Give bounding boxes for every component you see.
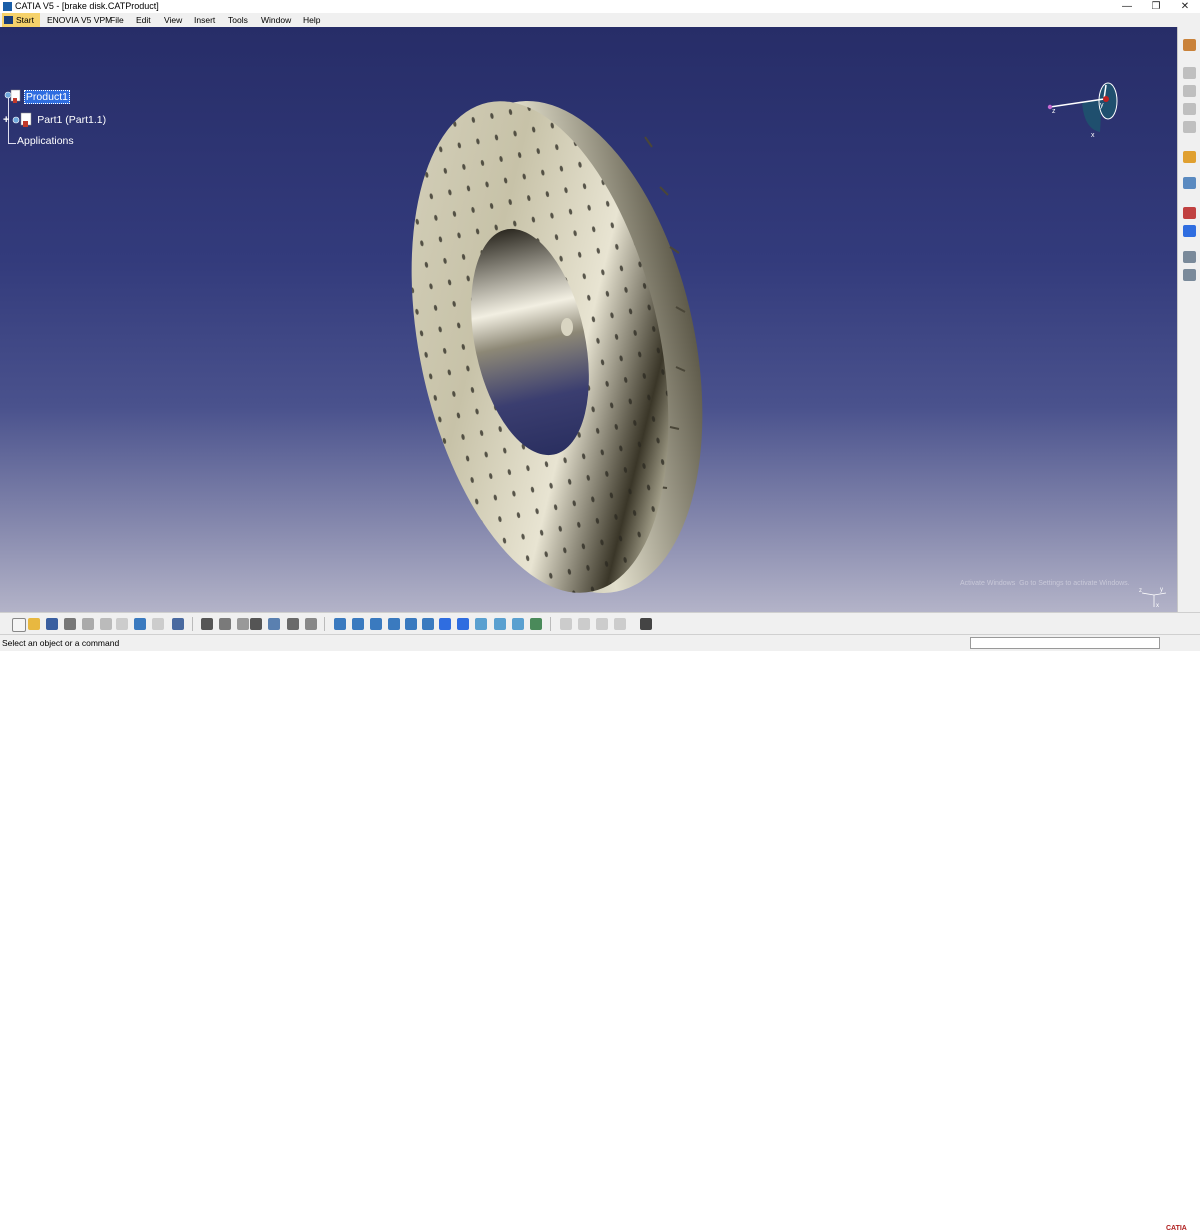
camera-icon[interactable] — [640, 618, 652, 630]
menu-view[interactable]: View — [164, 13, 182, 27]
compass-z-label: z — [1052, 108, 1056, 115]
redo-icon[interactable] — [152, 618, 164, 630]
swap-icon[interactable] — [305, 618, 317, 630]
undo-icon[interactable] — [134, 618, 146, 630]
start-label: Start — [16, 15, 34, 25]
tree-label-part1: Part1 (Part1.1) — [37, 113, 107, 126]
tree-item-part1[interactable]: + Part1 (Part1.1) — [3, 112, 106, 128]
start-menu[interactable]: Start — [2, 13, 40, 27]
toolbar-separator — [192, 617, 193, 631]
tree-item-applications[interactable]: Applications — [17, 135, 74, 147]
activation-watermark: Activate Windows Go to Settings to activ… — [960, 580, 1130, 587]
open-icon[interactable] — [28, 618, 40, 630]
section-icon[interactable] — [1183, 269, 1196, 281]
compass-x-label: x — [1091, 132, 1095, 139]
whats-this-icon[interactable] — [172, 618, 184, 630]
part-icon — [13, 112, 32, 127]
minimize-button[interactable]: — — [1116, 0, 1138, 13]
triad-z-label: z — [1139, 588, 1142, 594]
filter-icon[interactable] — [237, 618, 249, 630]
compass-widget[interactable]: z y x — [1042, 77, 1122, 147]
catia-app-icon — [3, 2, 12, 11]
expand-plus-icon[interactable]: + — [3, 114, 9, 126]
component-icon[interactable] — [1183, 67, 1196, 79]
window-title: CATIA V5 - [brake disk.CATProduct] — [15, 1, 159, 11]
catia-logo: CATIA — [1166, 1225, 1187, 1232]
catalog-icon[interactable] — [250, 618, 262, 630]
bottom-toolbar: CATIA — [0, 612, 1200, 1232]
save-icon[interactable] — [46, 618, 58, 630]
3d-viewport[interactable]: Product1 + Part1 (Part1.1) Applications — [0, 27, 1177, 612]
tree-label-product1: Product1 — [23, 89, 70, 104]
sketch-icon[interactable] — [596, 618, 608, 630]
tree-branch-line — [8, 143, 16, 144]
constraint-icon[interactable] — [1183, 207, 1196, 219]
command-input[interactable] — [970, 637, 1160, 649]
fly-icon[interactable] — [388, 618, 400, 630]
tree-item-product1[interactable]: Product1 — [3, 89, 70, 105]
snap-icon[interactable] — [560, 618, 572, 630]
zoom-out-icon[interactable] — [422, 618, 434, 630]
triad-y-label: y — [1160, 587, 1163, 593]
move-icon[interactable] — [1183, 151, 1196, 163]
hide-show-icon[interactable] — [287, 618, 299, 630]
status-message: Select an object or a command — [2, 638, 120, 648]
close-button[interactable]: ✕ — [1174, 0, 1196, 13]
axis-triad: y z x — [1139, 587, 1167, 609]
paste-icon[interactable] — [116, 618, 128, 630]
hide-icon[interactable] — [494, 618, 506, 630]
assembly-icon[interactable] — [1183, 39, 1196, 51]
menu-window[interactable]: Window — [261, 13, 291, 27]
start-icon — [4, 16, 13, 24]
menu-enovia[interactable]: ENOVIA V5 VPM — [47, 13, 112, 27]
right-toolbar — [1177, 27, 1200, 612]
analysis-icon[interactable] — [578, 618, 590, 630]
menu-help[interactable]: Help — [303, 13, 320, 27]
zoom-in-icon[interactable] — [405, 618, 417, 630]
tree-label-applications: Applications — [17, 135, 74, 147]
menu-file[interactable]: File — [110, 13, 124, 27]
rotate-icon[interactable] — [370, 618, 382, 630]
update-icon[interactable] — [1183, 225, 1196, 237]
existing-icon[interactable] — [1183, 121, 1196, 133]
knowledge-icon[interactable] — [219, 618, 231, 630]
tree-expand-icon[interactable] — [268, 618, 280, 630]
cut-icon[interactable] — [82, 618, 94, 630]
compass-y-label: y — [1100, 102, 1104, 109]
swap-space-icon[interactable] — [512, 618, 524, 630]
product-icon — [4, 89, 21, 103]
measure-icon[interactable] — [530, 618, 542, 630]
restore-button[interactable]: ❐ — [1145, 0, 1167, 13]
manipulate-icon[interactable] — [1183, 177, 1196, 189]
brake-disk-model[interactable] — [380, 57, 800, 597]
fit-all-icon[interactable] — [334, 618, 346, 630]
product-icon[interactable] — [1183, 85, 1196, 97]
copy-icon[interactable] — [100, 618, 112, 630]
section-view-icon[interactable] — [614, 618, 626, 630]
iso-view-icon[interactable] — [457, 618, 469, 630]
pan-icon[interactable] — [352, 618, 364, 630]
status-bar: Select an object or a command — [0, 634, 1200, 651]
toolbar-separator — [324, 617, 325, 631]
part-icon[interactable] — [1183, 103, 1196, 115]
toolbar-separator — [550, 617, 551, 631]
new-icon[interactable] — [12, 618, 26, 632]
shading-icon[interactable] — [475, 618, 487, 630]
menu-insert[interactable]: Insert — [194, 13, 215, 27]
triad-x-label: x — [1156, 603, 1159, 609]
menu-bar: Start ENOVIA V5 VPM File Edit View Inser… — [0, 13, 1200, 27]
menu-edit[interactable]: Edit — [136, 13, 151, 27]
print-icon[interactable] — [64, 618, 76, 630]
explode-icon[interactable] — [1183, 251, 1196, 263]
title-bar: CATIA V5 - [brake disk.CATProduct] — ❐ ✕ — [0, 0, 1200, 13]
menu-tools[interactable]: Tools — [228, 13, 248, 27]
formula-icon[interactable] — [201, 618, 213, 630]
normal-view-icon[interactable] — [439, 618, 451, 630]
